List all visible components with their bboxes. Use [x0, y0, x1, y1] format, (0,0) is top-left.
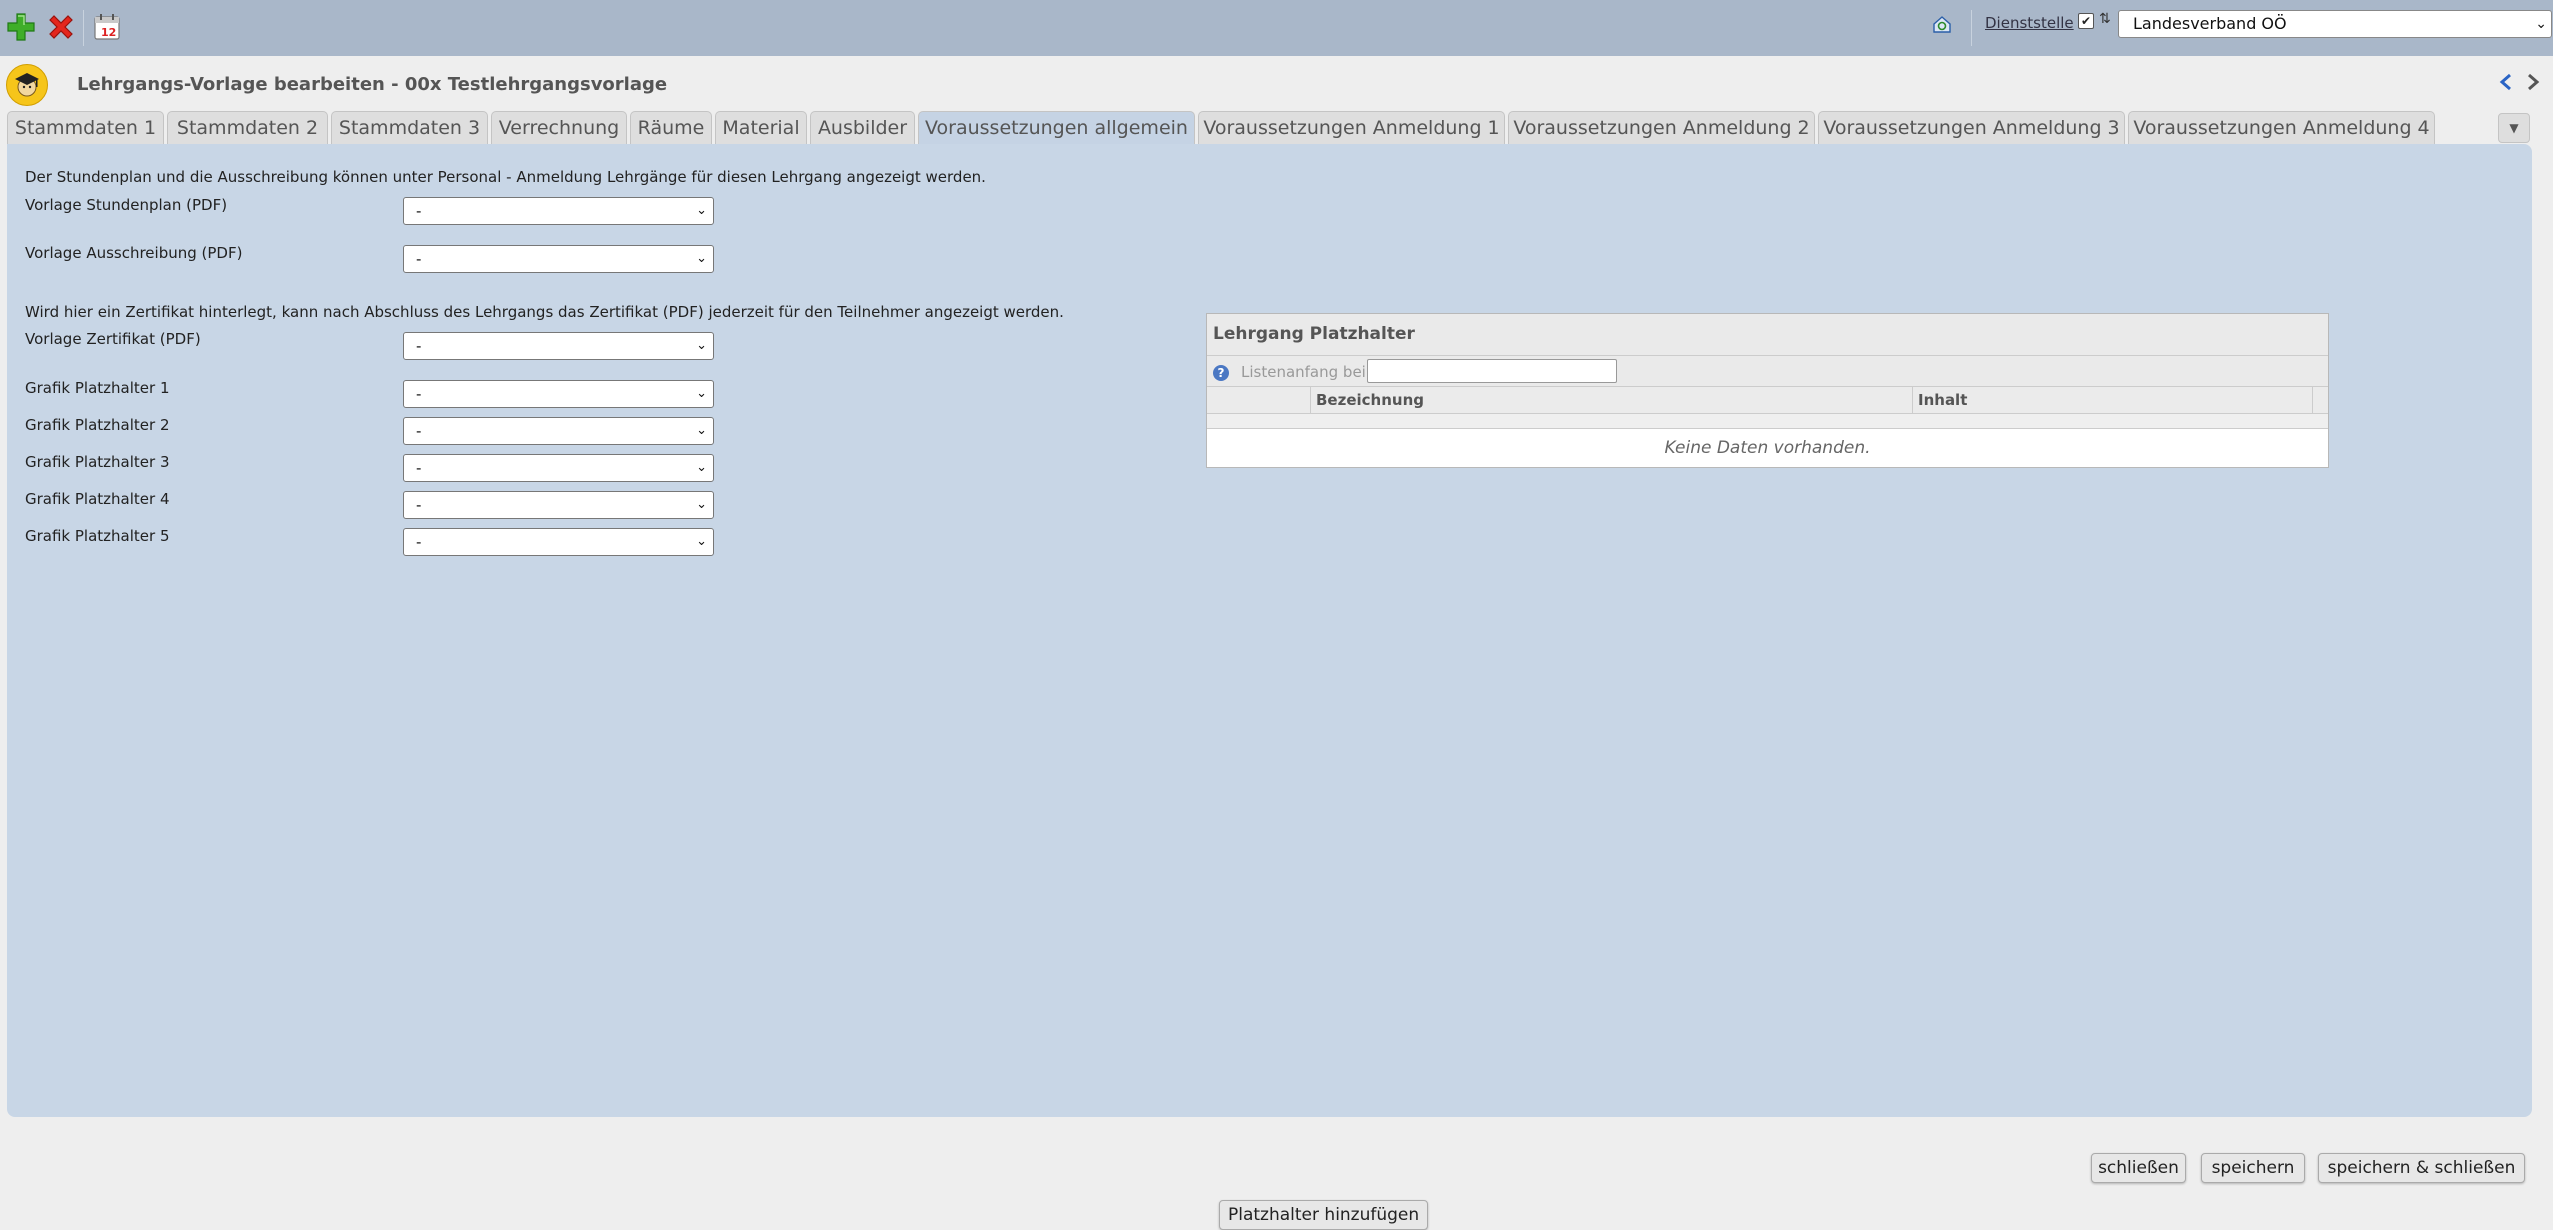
chevron-down-icon: ⌄: [696, 386, 707, 401]
tab-stammdaten-2[interactable]: Stammdaten 2: [167, 111, 328, 144]
select-grafik-platzhalter-5[interactable]: - ⌄: [403, 528, 714, 556]
tab-raeume[interactable]: Räume: [630, 111, 712, 144]
save-and-close-button[interactable]: speichern & schließen: [2318, 1153, 2525, 1183]
dienststelle-checkbox[interactable]: ✔: [2078, 13, 2094, 29]
chevron-down-icon: ⌄: [2535, 16, 2547, 32]
title-row: Lehrgangs-Vorlage bearbeiten - 00x Testl…: [0, 60, 2553, 110]
add-icon[interactable]: [6, 12, 40, 46]
dienststelle-select[interactable]: Landesverband OÖ ⌄: [2118, 10, 2552, 38]
filter-label: Listenanfang bei:: [1241, 363, 1371, 381]
grid-header: Lehrgang Platzhalter: [1207, 314, 2328, 356]
tab-verrechnung[interactable]: Verrechnung: [491, 111, 627, 144]
top-toolbar: 12 Dienststelle ✔ ⇅ Landesverband OÖ ⌄: [0, 0, 2553, 56]
select-grafik-platzhalter-2[interactable]: - ⌄: [403, 417, 714, 445]
tab-stammdaten-1[interactable]: Stammdaten 1: [7, 111, 164, 144]
delete-icon[interactable]: [46, 12, 80, 46]
tab-material[interactable]: Material: [715, 111, 807, 144]
tab-voraussetzungen-anmeldung-3[interactable]: Voraussetzungen Anmeldung 3: [1818, 111, 2125, 144]
select-vorlage-ausschreibung[interactable]: - ⌄: [403, 245, 714, 273]
label-grafik-platzhalter-5: Grafik Platzhalter 5: [25, 527, 170, 545]
grid-filter-bar: ? Listenanfang bei:: [1207, 356, 2328, 387]
tab-voraussetzungen-anmeldung-1[interactable]: Voraussetzungen Anmeldung 1: [1198, 111, 1505, 144]
placeholder-grid: Lehrgang Platzhalter ? Listenanfang bei:…: [1206, 313, 2329, 468]
chevron-down-icon: ⌄: [696, 251, 707, 266]
tab-overflow-dropdown[interactable]: ▼: [2498, 113, 2530, 143]
grid-column-headers: Bezeichnung Inhalt: [1207, 387, 2328, 414]
add-placeholder-button[interactable]: Platzhalter hinzufügen: [1219, 1200, 1429, 1230]
chevron-down-icon: ⌄: [696, 203, 707, 218]
home-refresh-icon[interactable]: [1931, 13, 1955, 37]
content-panel: Der Stundenplan und die Ausschreibung kö…: [7, 144, 2532, 1230]
tab-voraussetzungen-allgemein[interactable]: Voraussetzungen allgemein: [918, 111, 1195, 144]
label-grafik-platzhalter-4: Grafik Platzhalter 4: [25, 490, 170, 508]
select-value: -: [416, 337, 422, 355]
select-vorlage-stundenplan[interactable]: - ⌄: [403, 197, 714, 225]
select-value: -: [416, 385, 422, 403]
tab-stammdaten-3[interactable]: Stammdaten 3: [331, 111, 488, 144]
chevron-down-icon: ⌄: [696, 534, 707, 549]
column-header-inhalt[interactable]: Inhalt: [1912, 387, 2312, 413]
label-grafik-platzhalter-2: Grafik Platzhalter 2: [25, 416, 170, 434]
select-value: -: [416, 202, 422, 220]
grid-title: Lehrgang Platzhalter: [1213, 324, 1415, 344]
label-vorlage-stundenplan: Vorlage Stundenplan (PDF): [25, 196, 228, 214]
previous-arrow-icon[interactable]: [2497, 72, 2519, 94]
column-header-select[interactable]: [1207, 387, 1310, 413]
column-label: Inhalt: [1918, 391, 1968, 409]
select-grafik-platzhalter-1[interactable]: - ⌄: [403, 380, 714, 408]
select-value: -: [416, 459, 422, 477]
tab-ausbilder[interactable]: Ausbilder: [810, 111, 915, 144]
column-label: Bezeichnung: [1316, 391, 1424, 409]
toolbar-separator: [1971, 10, 1972, 46]
select-grafik-platzhalter-3[interactable]: - ⌄: [403, 454, 714, 482]
select-value: -: [416, 496, 422, 514]
select-value: -: [416, 422, 422, 440]
calendar-icon[interactable]: 12: [92, 12, 126, 46]
grid-empty-message: Keine Daten vorhanden.: [1664, 438, 1871, 458]
grid-empty-row: [1207, 414, 2328, 429]
next-arrow-icon[interactable]: [2523, 72, 2545, 94]
calendar-day: 12: [101, 26, 117, 39]
tab-voraussetzungen-anmeldung-4[interactable]: Voraussetzungen Anmeldung 4: [2128, 111, 2435, 144]
chevron-down-icon: ⌄: [696, 497, 707, 512]
select-vorlage-zertifikat[interactable]: - ⌄: [403, 332, 714, 360]
tab-voraussetzungen-anmeldung-2[interactable]: Voraussetzungen Anmeldung 2: [1508, 111, 1815, 144]
close-button[interactable]: schließen: [2091, 1153, 2186, 1183]
save-button[interactable]: speichern: [2201, 1153, 2305, 1183]
info-text-zertifikat: Wird hier ein Zertifikat hinterlegt, kan…: [25, 303, 1064, 321]
label-vorlage-ausschreibung: Vorlage Ausschreibung (PDF): [25, 244, 243, 262]
filter-input[interactable]: [1367, 359, 1617, 383]
label-grafik-platzhalter-1: Grafik Platzhalter 1: [25, 379, 170, 397]
column-header-bezeichnung[interactable]: Bezeichnung: [1310, 387, 1912, 413]
chevron-down-icon: ⌄: [696, 423, 707, 438]
dienststelle-link[interactable]: Dienststelle: [1985, 14, 2074, 32]
caret-down-icon: ▼: [2509, 121, 2519, 135]
graduation-avatar-icon: [6, 64, 48, 106]
label-vorlage-zertifikat: Vorlage Zertifikat (PDF): [25, 330, 201, 348]
chevron-down-icon: ⌄: [696, 460, 707, 475]
select-value: -: [416, 533, 422, 551]
help-icon[interactable]: ?: [1213, 365, 1229, 381]
select-grafik-platzhalter-4[interactable]: - ⌄: [403, 491, 714, 519]
column-header-scroll: [2312, 387, 2328, 413]
select-value: -: [416, 250, 422, 268]
label-grafik-platzhalter-3: Grafik Platzhalter 3: [25, 453, 170, 471]
dienststelle-select-value: Landesverband OÖ: [2133, 14, 2287, 33]
toolbar-separator: [83, 10, 84, 46]
page-title: Lehrgangs-Vorlage bearbeiten - 00x Testl…: [77, 74, 668, 95]
info-text-top: Der Stundenplan und die Ausschreibung kö…: [25, 168, 986, 186]
chevron-down-icon: ⌄: [696, 338, 707, 353]
sort-icon[interactable]: ⇅: [2099, 11, 2111, 27]
